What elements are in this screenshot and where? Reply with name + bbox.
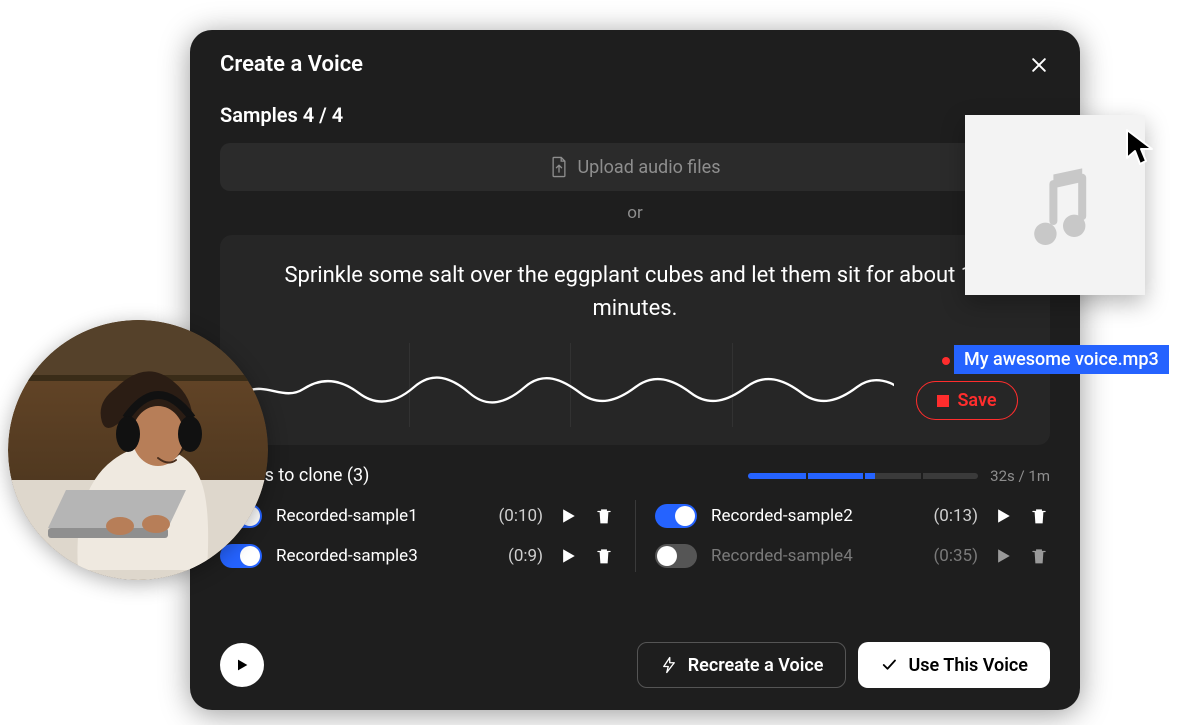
avatar-illustration	[8, 320, 268, 580]
play-icon	[234, 657, 250, 673]
or-separator: or	[220, 203, 1050, 223]
trash-icon	[595, 507, 613, 525]
modal-header: Create a Voice	[190, 30, 1080, 95]
recreate-voice-label: Recreate a Voice	[688, 655, 824, 676]
lightning-icon	[660, 656, 678, 674]
avatar	[8, 320, 268, 580]
dragged-file-card[interactable]	[965, 115, 1145, 295]
check-icon	[880, 656, 898, 674]
total-duration-progress: 32s / 1m	[748, 467, 1050, 485]
delete-sample-button[interactable]	[593, 545, 615, 567]
prompt-text: Sprinkle some salt over the eggplant cub…	[248, 259, 1022, 325]
modal-title: Create a Voice	[220, 52, 363, 77]
play-sample-button[interactable]	[992, 505, 1014, 527]
play-preview-button[interactable]	[220, 643, 264, 687]
close-icon	[1029, 55, 1049, 75]
play-icon	[994, 547, 1012, 565]
delete-sample-button[interactable]	[593, 505, 615, 527]
upload-audio-label: Upload audio files	[578, 157, 721, 178]
sample-name: Recorded-sample3	[276, 546, 494, 566]
upload-file-icon	[550, 156, 568, 178]
trash-icon	[595, 547, 613, 565]
recording-indicator-icon	[942, 357, 950, 365]
play-sample-button[interactable]	[992, 545, 1014, 567]
close-button[interactable]	[1028, 54, 1050, 76]
sample-name: Recorded-sample2	[711, 506, 919, 526]
samples-count: Samples 4 / 4	[220, 103, 1050, 127]
use-this-voice-label: Use This Voice	[908, 655, 1028, 676]
sample-toggle[interactable]	[220, 544, 262, 568]
play-sample-button[interactable]	[557, 505, 579, 527]
cursor-icon	[1124, 128, 1158, 172]
sample-duration: (0:13)	[933, 506, 978, 526]
modal-footer: Recreate a Voice Use This Voice	[190, 624, 1080, 710]
create-voice-modal: Create a Voice Samples 4 / 4 Upload audi…	[190, 30, 1080, 710]
delete-sample-button[interactable]	[1028, 505, 1050, 527]
play-icon	[559, 507, 577, 525]
duration-progress-label: 32s / 1m	[990, 467, 1050, 485]
play-icon	[559, 547, 577, 565]
sample-item: Recorded-sample2 (0:13)	[635, 496, 1050, 536]
sample-toggle[interactable]	[655, 544, 697, 568]
delete-sample-button[interactable]	[1028, 545, 1050, 567]
duration-progress-bar[interactable]	[748, 473, 978, 479]
trash-icon	[1030, 547, 1048, 565]
trash-icon	[1030, 507, 1048, 525]
sample-list: Recorded-sample1 (0:10) Recorded-sample2…	[220, 496, 1050, 576]
waveform[interactable]	[248, 343, 894, 427]
music-file-icon	[1015, 165, 1095, 245]
recreate-voice-button[interactable]: Recreate a Voice	[637, 642, 847, 688]
sample-duration: (0:35)	[933, 546, 978, 566]
sample-item: Recorded-sample3 (0:9)	[220, 536, 635, 576]
sample-name: Recorded-sample4	[711, 546, 919, 566]
sample-item: Recorded-sample1 (0:10)	[220, 496, 635, 536]
save-recording-button[interactable]: Save	[916, 381, 1017, 420]
sample-duration: (0:9)	[508, 546, 543, 566]
stop-icon	[937, 395, 949, 407]
waveform-svg	[248, 343, 894, 427]
upload-audio-button[interactable]: Upload audio files	[220, 143, 1050, 191]
sample-item: Recorded-sample4 (0:35)	[635, 536, 1050, 576]
play-icon	[994, 507, 1012, 525]
save-label: Save	[957, 390, 996, 411]
play-sample-button[interactable]	[557, 545, 579, 567]
sample-toggle[interactable]	[655, 504, 697, 528]
sample-name: Recorded-sample1	[276, 506, 484, 526]
sample-duration: (0:10)	[498, 506, 543, 526]
use-this-voice-button[interactable]: Use This Voice	[858, 642, 1050, 688]
dragged-file-name: My awesome voice.mp3	[954, 345, 1169, 374]
recording-card: Sprinkle some salt over the eggplant cub…	[220, 235, 1050, 445]
